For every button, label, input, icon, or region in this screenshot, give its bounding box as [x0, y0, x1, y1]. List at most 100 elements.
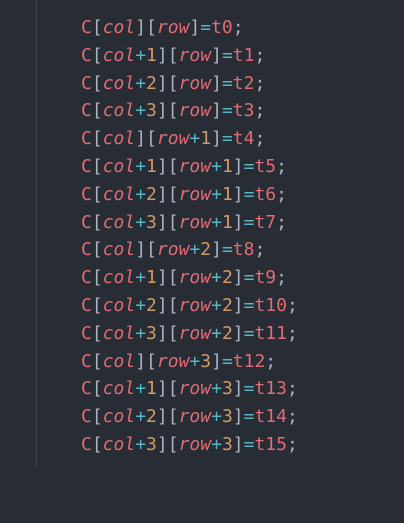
code-editor[interactable]: C[col][row]=t0; C[col+1][row]=t1; C[col+2]… — [0, 0, 404, 523]
bracket-close: ] — [135, 128, 147, 150]
assign-operator: = — [243, 322, 255, 344]
col-offset: 1 — [146, 44, 157, 66]
code-line[interactable]: C[col+1][row+3]=t13; — [81, 375, 298, 403]
bracket-close: ] — [156, 267, 168, 289]
bracket-close: ] — [211, 44, 222, 66]
semicolon: ; — [254, 44, 266, 66]
semicolon: ; — [232, 17, 244, 38]
assign-operator: = — [200, 17, 212, 38]
code-line[interactable]: C[col+2][row+2]=t10; — [81, 292, 298, 320]
bracket-open: [ — [167, 100, 179, 122]
bracket-close: ] — [156, 378, 168, 400]
code-line[interactable]: C[col+1][row]=t1; — [81, 42, 298, 70]
row-variable: row — [178, 72, 212, 94]
row-offset: 2 — [221, 322, 233, 344]
bracket-close: ] — [135, 17, 147, 38]
plus-operator: + — [135, 267, 147, 289]
row-variable: row — [178, 267, 212, 289]
bracket-close: ] — [211, 100, 222, 122]
semicolon: ; — [254, 72, 266, 94]
target-variable: t13 — [254, 378, 287, 400]
bracket-open: [ — [91, 350, 103, 372]
bracket-open: [ — [91, 239, 103, 261]
assign-operator: = — [221, 72, 233, 94]
plus-operator: + — [189, 350, 201, 372]
col-variable: col — [102, 183, 136, 205]
bracket-close: ] — [232, 294, 244, 316]
code-line[interactable]: C[col+2][row+1]=t6; — [81, 181, 298, 209]
row-variable: row — [178, 211, 212, 233]
plus-operator: + — [211, 322, 222, 344]
assign-operator: = — [243, 183, 255, 205]
code-line[interactable]: C[col+1][row+2]=t9; — [81, 264, 298, 292]
plus-operator: + — [135, 433, 147, 455]
code-line[interactable]: C[col+3][row+3]=t15; — [81, 431, 298, 459]
semicolon: ; — [265, 350, 277, 372]
bracket-open: [ — [91, 72, 103, 94]
col-variable: col — [102, 72, 136, 94]
bracket-close: ] — [232, 433, 244, 455]
bracket-open: [ — [91, 128, 103, 150]
code-line[interactable]: C[col][row+2]=t8; — [81, 236, 298, 264]
row-variable: row — [178, 100, 212, 122]
array-name: C — [81, 267, 92, 289]
indent-guide — [36, 0, 37, 468]
plus-operator: + — [135, 155, 147, 177]
code-line[interactable]: C[col][row]=t0; — [81, 14, 298, 42]
row-offset: 2 — [200, 239, 212, 261]
bracket-close: ] — [189, 17, 201, 38]
col-variable: col — [102, 44, 136, 66]
col-offset: 2 — [146, 183, 157, 205]
array-name: C — [81, 44, 92, 66]
bracket-close: ] — [232, 267, 244, 289]
col-offset: 1 — [146, 155, 157, 177]
code-line[interactable]: C[col+2][row+3]=t14; — [81, 403, 298, 431]
col-offset: 3 — [146, 100, 157, 122]
bracket-open: [ — [146, 128, 157, 150]
code-line[interactable]: C[col][row+1]=t4; — [81, 125, 298, 153]
bracket-close: ] — [156, 183, 168, 205]
code-line[interactable]: C[col+3][row]=t3; — [81, 97, 298, 125]
target-variable: t5 — [254, 155, 277, 177]
target-variable: t0 — [211, 17, 233, 38]
target-variable: t4 — [232, 128, 255, 150]
code-line[interactable]: C[col][row+3]=t12; — [81, 348, 298, 376]
col-offset: 1 — [146, 378, 157, 400]
code-line[interactable]: C[col+3][row+1]=t7; — [81, 209, 298, 237]
code-line[interactable]: C[col+2][row]=t2; — [81, 70, 298, 98]
code-block[interactable]: C[col][row]=t0; C[col+1][row]=t1; C[col+2]… — [81, 14, 298, 459]
array-name: C — [81, 128, 92, 150]
row-variable: row — [156, 350, 190, 372]
semicolon: ; — [286, 378, 298, 400]
bracket-open: [ — [91, 44, 103, 66]
bracket-close: ] — [232, 406, 244, 428]
row-variable: row — [178, 44, 212, 66]
bracket-close: ] — [156, 322, 168, 344]
bracket-open: [ — [167, 267, 179, 289]
bracket-close: ] — [156, 294, 168, 316]
semicolon: ; — [254, 239, 266, 261]
bracket-close: ] — [156, 211, 168, 233]
plus-operator: + — [135, 211, 147, 233]
assign-operator: = — [243, 406, 255, 428]
assign-operator: = — [243, 155, 255, 177]
bracket-open: [ — [146, 239, 157, 261]
bracket-close: ] — [156, 406, 168, 428]
array-name: C — [81, 378, 92, 400]
col-variable: col — [102, 211, 136, 233]
bracket-open: [ — [91, 183, 103, 205]
assign-operator: = — [243, 433, 255, 455]
row-offset: 3 — [221, 433, 233, 455]
code-line[interactable]: C[col+1][row+1]=t5; — [81, 153, 298, 181]
bracket-close: ] — [156, 433, 168, 455]
target-variable: t10 — [254, 294, 287, 316]
col-variable: col — [102, 239, 136, 261]
row-offset: 2 — [221, 267, 233, 289]
bracket-open: [ — [167, 72, 179, 94]
bracket-close: ] — [232, 211, 244, 233]
assign-operator: = — [243, 267, 255, 289]
col-variable: col — [102, 100, 136, 122]
code-line[interactable]: C[col+3][row+2]=t11; — [81, 320, 298, 348]
target-variable: t11 — [254, 322, 287, 344]
col-variable: col — [102, 294, 136, 316]
